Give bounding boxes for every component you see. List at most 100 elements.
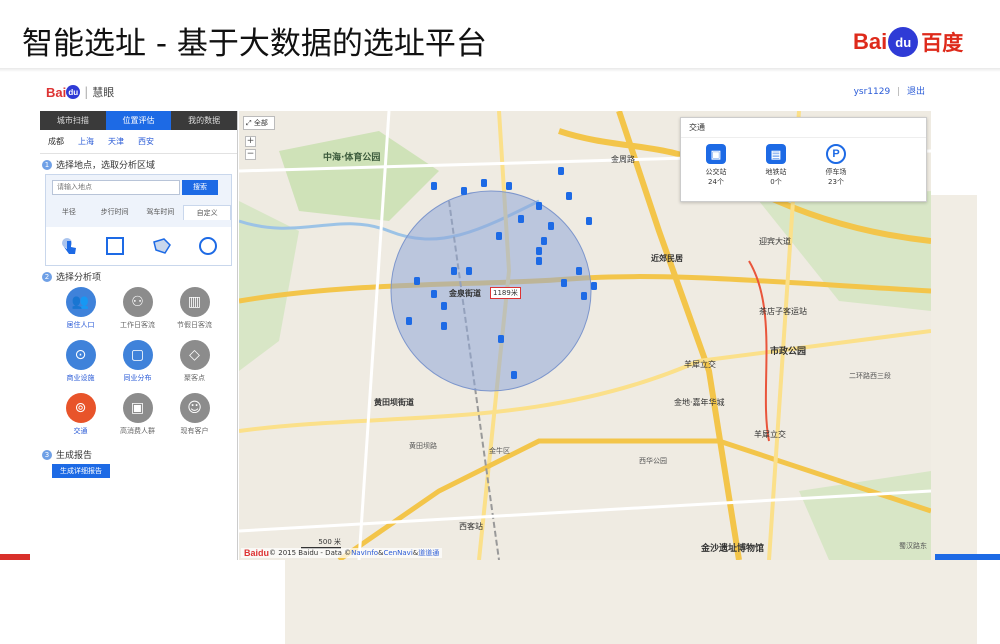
analysis-item[interactable]: ☺ 现有客户 xyxy=(167,393,222,446)
circle-icon[interactable] xyxy=(198,236,218,256)
zoom-in-button[interactable]: + xyxy=(245,136,256,147)
analysis-item[interactable]: ◇ 聚客点 xyxy=(167,340,222,393)
hand-point-icon[interactable] xyxy=(59,236,79,256)
traffic-info-card: 交通 ▣ 公交站 24个 ▤ 地铁站 0个 P 停车场 23个 xyxy=(680,117,927,202)
bus-stop-marker[interactable] xyxy=(506,182,512,190)
bus-stop-marker[interactable] xyxy=(541,237,547,245)
subway-stat[interactable]: ▤ 地铁站 0个 xyxy=(751,144,801,187)
bus-stop-marker[interactable] xyxy=(591,282,597,290)
bus-stop-marker[interactable] xyxy=(536,247,542,255)
address-input[interactable] xyxy=(52,180,180,195)
bus-stop-marker[interactable] xyxy=(414,277,420,285)
title-divider xyxy=(0,68,1000,72)
analysis-item[interactable]: ▢ 同业分布 xyxy=(110,340,165,393)
building-icon: ▥ xyxy=(179,287,210,317)
username-link[interactable]: ysr1129 xyxy=(854,87,891,97)
map-label: 金泉街道 xyxy=(449,289,481,298)
bus-stop-stat[interactable]: ▣ 公交站 24个 xyxy=(691,144,741,187)
analysis-item-label: 居住人口 xyxy=(66,321,95,329)
analysis-item-label: 节假日客流 xyxy=(177,321,212,329)
app-logo[interactable]: Bai du 地图 | 慧眼 xyxy=(46,84,977,644)
bus-stop-marker[interactable] xyxy=(518,215,524,223)
map-label: 西客站 xyxy=(459,522,483,531)
map-view[interactable]: 中海·体育公园 金泉街道 黄田坝街道 市政公园 近郊民居 金沙遗址博物馆 金地·… xyxy=(239,111,931,560)
paw-icon: du xyxy=(66,85,81,99)
bus-stop-marker[interactable] xyxy=(466,267,472,275)
step-1: 1 选择地点，选取分析区域 xyxy=(40,154,237,171)
subway-icon: ▤ xyxy=(766,144,786,164)
bus-stop-marker[interactable] xyxy=(406,317,412,325)
bus-stop-marker[interactable] xyxy=(441,322,447,330)
tab-location-evaluation[interactable]: 位置评估 xyxy=(105,111,172,130)
step-label: 选择分析项 xyxy=(56,273,102,283)
city-shanghai[interactable]: 上海 xyxy=(78,136,94,147)
bus-stop-marker[interactable] xyxy=(496,232,502,240)
zoom-out-button[interactable]: − xyxy=(245,149,256,160)
square-icon[interactable] xyxy=(105,236,125,256)
analysis-item[interactable]: ▥ 节假日客流 xyxy=(167,287,222,340)
mode-drive-time[interactable]: 驾车时间 xyxy=(138,205,184,220)
bus-icon: ▣ xyxy=(122,393,153,423)
analysis-item[interactable]: ⊚ 交通 xyxy=(53,393,108,446)
bus-stop-marker[interactable] xyxy=(581,292,587,300)
bus-icon: ▣ xyxy=(706,144,726,164)
parking-stat[interactable]: P 停车场 23个 xyxy=(811,144,861,187)
bus-stop-marker[interactable] xyxy=(536,202,542,210)
bus-stop-marker[interactable] xyxy=(431,182,437,190)
analysis-item[interactable]: ▣ 高消费人群 xyxy=(110,393,165,446)
tab-my-data[interactable]: 我的数据 xyxy=(171,111,237,130)
map-label: 蜀汉路东 xyxy=(899,542,927,550)
baidu-map-logo: Bai xyxy=(244,548,259,558)
analysis-item-label: 交通 xyxy=(73,427,88,435)
map-label: 中海·体育公园 xyxy=(323,153,381,163)
bus-stop-marker[interactable] xyxy=(576,267,582,275)
bus-stop-marker[interactable] xyxy=(561,279,567,287)
range-mode-tabs: 半径 步行时间 驾车时间 自定义 xyxy=(46,205,231,220)
draw-tools xyxy=(46,227,231,265)
baidu-logo: Bai du 百度 xyxy=(853,27,964,57)
step-number: 2 xyxy=(42,271,52,282)
map-label: 金地·嘉年华城 xyxy=(674,398,725,407)
mode-walk-time[interactable]: 步行时间 xyxy=(92,205,138,220)
map-label: 近郊民居 xyxy=(651,254,683,263)
analysis-item[interactable]: ⊙ 商业设施 xyxy=(53,340,108,393)
left-panel: 城市扫描 位置评估 我的数据 成都 上海 天津 西安 1 选择地点，选取分析区域… xyxy=(40,111,238,560)
bus-stop-marker[interactable] xyxy=(451,267,457,275)
bus-stop-marker[interactable] xyxy=(566,192,572,200)
product-name: 慧眼 xyxy=(92,86,115,99)
bus-stop-marker[interactable] xyxy=(431,290,437,298)
daotong-link[interactable]: 道道通 xyxy=(418,548,439,558)
city-xian[interactable]: 西安 xyxy=(138,136,154,147)
generate-report-button[interactable]: 生成详细报告 xyxy=(52,464,110,478)
bus-stop-marker[interactable] xyxy=(548,222,554,230)
city-tianjin[interactable]: 天津 xyxy=(108,136,124,147)
bus-stop-marker[interactable] xyxy=(536,257,542,265)
search-button[interactable]: 搜索 xyxy=(182,180,218,195)
card-title: 交通 xyxy=(681,118,926,138)
fullscreen-button[interactable]: ⤢ 全部 xyxy=(243,116,275,130)
city-chengdu[interactable]: 成都 xyxy=(48,136,64,147)
analysis-item[interactable]: ⚇ 工作日客流 xyxy=(110,287,165,340)
slide-accent-bar xyxy=(935,554,1000,560)
logout-link[interactable]: 退出 xyxy=(907,87,925,97)
mode-custom[interactable]: 自定义 xyxy=(183,205,231,220)
cennavi-link[interactable]: CenNavi xyxy=(384,549,413,557)
step-number: 1 xyxy=(42,159,52,170)
bus-stop-marker[interactable] xyxy=(558,167,564,175)
bus-stop-marker[interactable] xyxy=(498,335,504,343)
bus-stop-marker[interactable] xyxy=(481,179,487,187)
people-icon: 👥 xyxy=(65,287,96,317)
mode-radius[interactable]: 半径 xyxy=(46,205,92,220)
location-pin-icon: ⊚ xyxy=(65,393,96,423)
bus-stop-marker[interactable] xyxy=(511,371,517,379)
bus-stop-marker[interactable] xyxy=(461,187,467,195)
bus-stop-marker[interactable] xyxy=(586,217,592,225)
analysis-item[interactable]: 👥 居住人口 xyxy=(53,287,108,340)
bus-stop-marker[interactable] xyxy=(441,302,447,310)
tab-city-scan[interactable]: 城市扫描 xyxy=(40,111,106,130)
map-label: 金沙遗址博物馆 xyxy=(701,544,765,554)
navinfo-link[interactable]: NavInfo xyxy=(351,549,378,557)
analysis-item-label: 现有客户 xyxy=(180,427,209,435)
polygon-icon[interactable] xyxy=(152,236,172,256)
distance-label: 1189米 xyxy=(490,287,521,299)
